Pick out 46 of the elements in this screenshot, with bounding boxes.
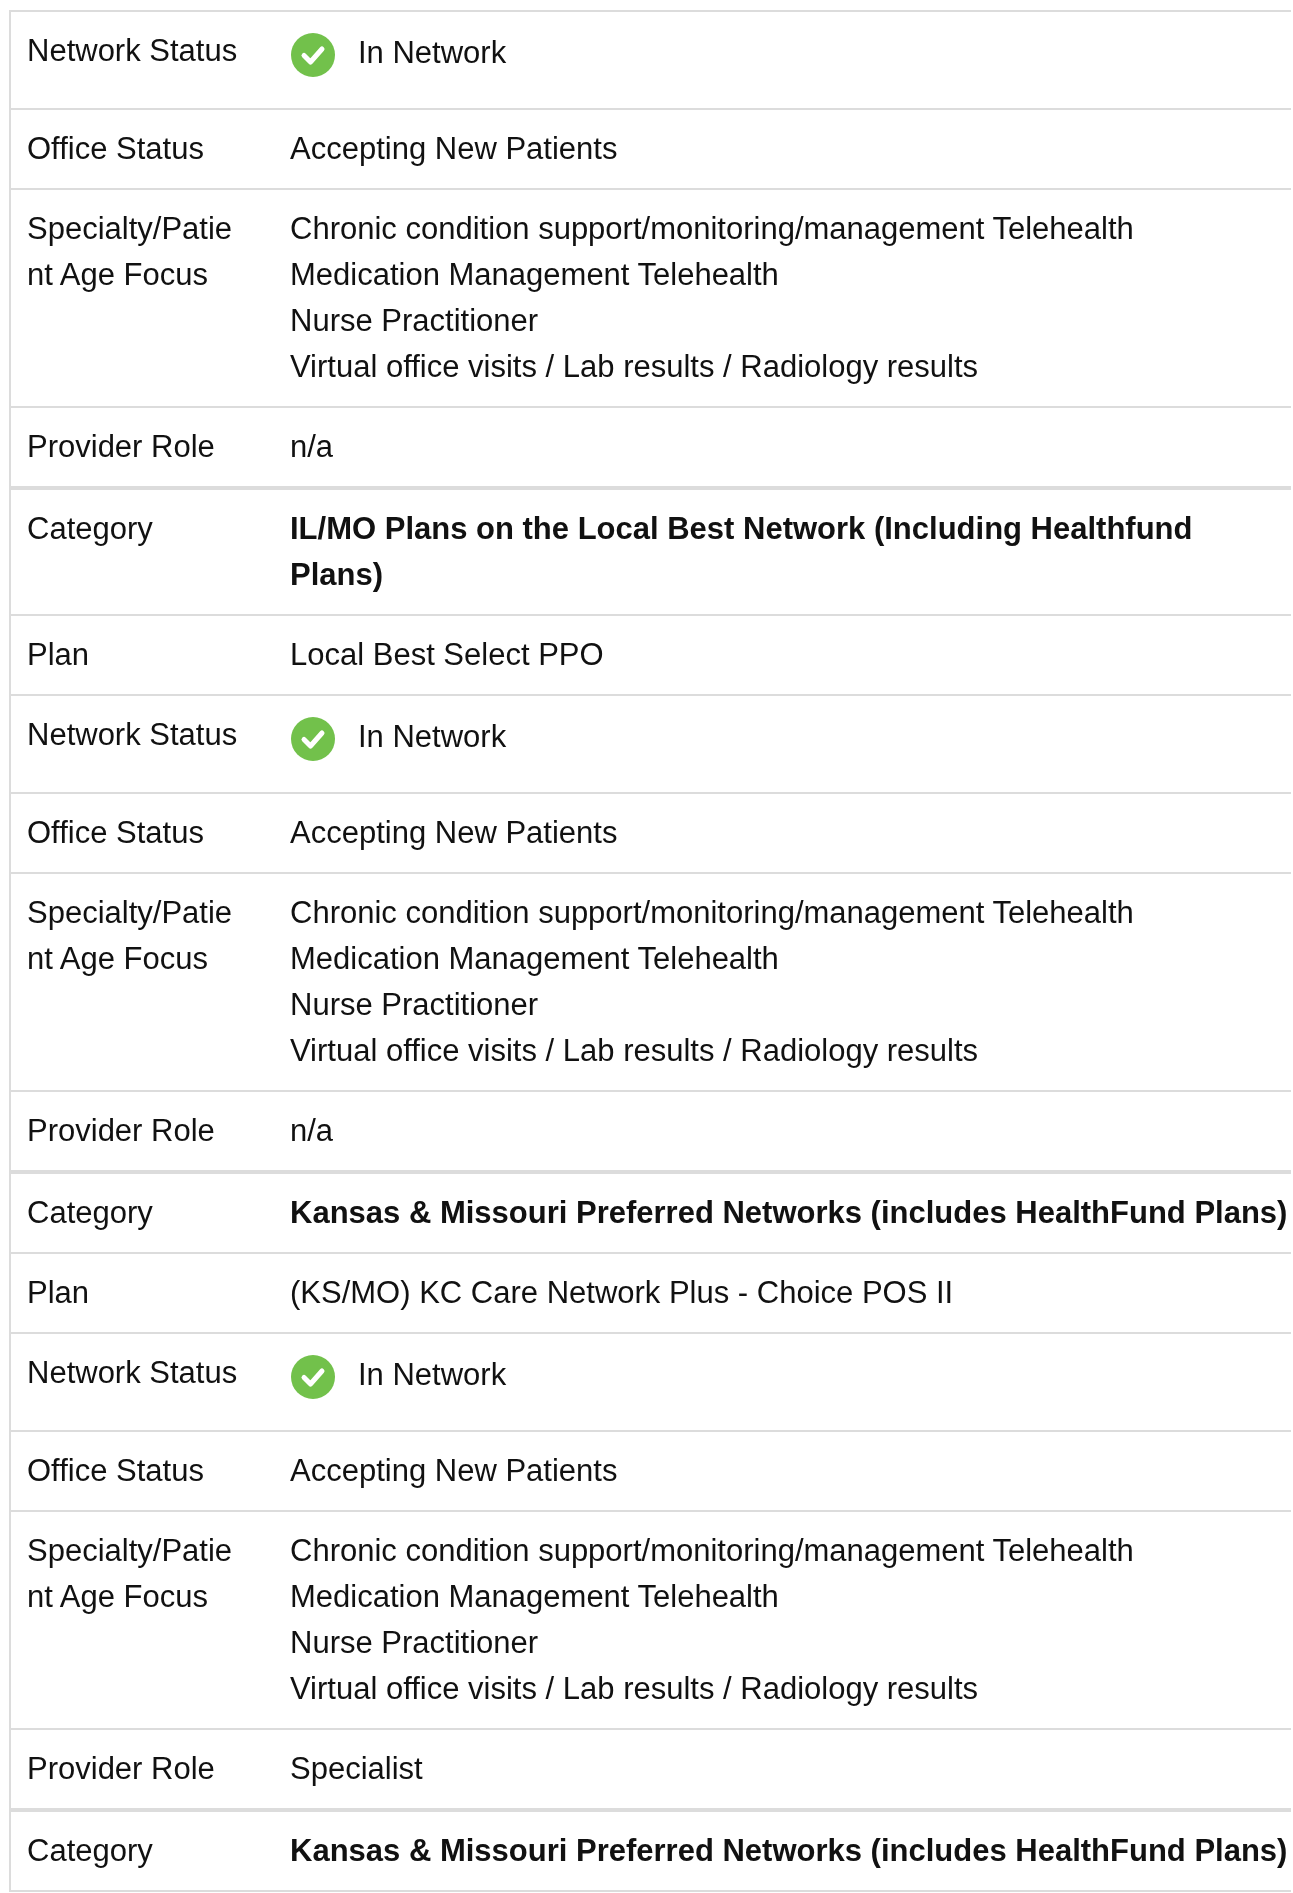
category-value: Kansas & Missouri Preferred Networks (includes HealthFund Plans) (290, 1832, 1288, 1870)
specialty-value: Nurse Practitioner (290, 986, 539, 1024)
network-status-value: In Network (358, 718, 507, 756)
field-label: Office Status (26, 130, 205, 168)
field-label: Plan (26, 1274, 91, 1312)
field-value: Local Best Select PPO (290, 636, 604, 674)
field-label: Provider Role (26, 1750, 216, 1788)
field-label: Category (26, 1194, 154, 1232)
specialty-value: Chronic condition support/monitoring/management Telehealth (290, 1532, 1134, 1570)
field-label: Specialty/Patient Age Focus (26, 894, 234, 978)
field-label: Plan (26, 636, 91, 674)
category-value: Kansas & Missouri Preferred Networks (includes HealthFund Plans) (290, 1194, 1288, 1232)
specialty-value: Medication Management Telehealth (290, 940, 779, 978)
field-label: Category (26, 1832, 154, 1870)
network-status-value: In Network (358, 34, 507, 72)
field-label: Category (26, 510, 154, 548)
field-value: Accepting New Patients (290, 814, 618, 852)
specialty-value: Medication Management Telehealth (290, 256, 779, 294)
field-label: Office Status (26, 814, 205, 852)
field-value: n/a (290, 428, 334, 466)
field-value: Specialist (290, 1750, 423, 1788)
field-value: (KS/MO) KC Care Network Plus - Choice POS II (290, 1274, 954, 1312)
specialty-value: Virtual office visits / Lab results / Radiology results (290, 1032, 979, 1070)
field-label: Network Status (26, 1354, 239, 1392)
field-label: Office Status (26, 1452, 205, 1490)
field-value: n/a (290, 1112, 334, 1150)
field-label: Network Status (26, 716, 239, 754)
field-label: Network Status (26, 32, 239, 70)
field-label: Specialty/Patient Age Focus (26, 210, 234, 294)
specialty-value: Nurse Practitioner (290, 302, 539, 340)
category-value: IL/MO Plans on the Local Best Network (Including Healthfund Plans) (290, 510, 1194, 594)
specialty-value: Virtual office visits / Lab results / Radiology results (290, 1670, 979, 1708)
specialty-value: Virtual office visits / Lab results / Radiology results (290, 348, 979, 386)
field-value: Accepting New Patients (290, 130, 618, 168)
check-circle-icon (290, 1354, 336, 1400)
specialty-value: Nurse Practitioner (290, 1624, 539, 1662)
network-status-value: In Network (358, 1356, 507, 1394)
field-label: Specialty/Patient Age Focus (26, 1532, 234, 1616)
field-label: Provider Role (26, 1112, 216, 1150)
field-label: Provider Role (26, 428, 216, 466)
specialty-value: Chronic condition support/monitoring/management Telehealth (290, 894, 1134, 932)
check-circle-icon (290, 716, 336, 762)
specialty-value: Medication Management Telehealth (290, 1578, 779, 1616)
check-circle-icon (290, 32, 336, 78)
field-value: Accepting New Patients (290, 1452, 618, 1490)
specialty-value: Chronic condition support/monitoring/management Telehealth (290, 210, 1134, 248)
